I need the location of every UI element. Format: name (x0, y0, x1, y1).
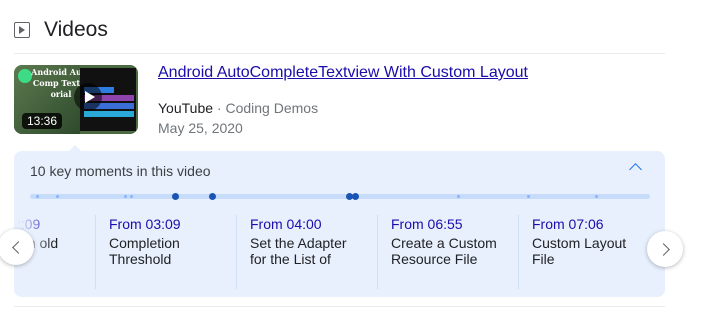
timeline-marker[interactable] (124, 195, 127, 198)
timeline-marker-current[interactable] (352, 193, 359, 200)
divider (14, 53, 665, 54)
timeline-marker-current[interactable] (172, 193, 179, 200)
source-separator: · (216, 100, 222, 116)
video-channel: Coding Demos (225, 100, 319, 116)
key-moments-list: 2:09 tion old From 03:09 Completion Thre… (14, 215, 665, 297)
key-moment-label: Custom Layout File (532, 235, 627, 267)
duration-badge: 13:36 (22, 113, 63, 129)
key-moment-time: From 07:06 (532, 216, 604, 232)
key-moment-time: From 06:55 (391, 216, 463, 232)
key-moment-label: Set the Adapter for the List of (250, 235, 347, 267)
next-button[interactable] (647, 231, 683, 267)
timeline-marker[interactable] (56, 195, 59, 198)
timeline-marker-current[interactable] (209, 193, 216, 200)
key-moment-item[interactable]: From 04:00 Set the Adapter for the List … (236, 215, 366, 289)
timeline-marker[interactable] (527, 195, 530, 198)
chevron-up-icon[interactable] (629, 163, 642, 176)
timeline-marker[interactable] (130, 195, 133, 198)
videos-section-header: Videos (14, 16, 108, 44)
video-date: May 25, 2020 (158, 120, 243, 136)
play-icon[interactable] (74, 83, 102, 111)
video-source: YouTube · Coding Demos (158, 100, 318, 116)
chevron-right-icon (656, 242, 670, 256)
key-moments-header[interactable]: 10 key moments in this video (30, 163, 211, 179)
chevron-left-icon (11, 240, 25, 254)
video-thumbnail[interactable]: Android Auto Comp TextVi orial 13:36 (14, 65, 138, 134)
key-moment-item[interactable]: From 07:06 Custom Layout File (518, 215, 648, 289)
key-moments-panel: 10 key moments in this video 2:09 tion o… (14, 151, 665, 297)
key-moment-label: Completion Threshold (109, 235, 180, 267)
timeline-track[interactable] (30, 194, 650, 199)
key-moment-time: From 04:00 (250, 216, 322, 232)
divider (14, 306, 665, 307)
thumbnail-bar (84, 111, 134, 117)
timeline-marker[interactable] (457, 195, 460, 198)
video-platform: YouTube (158, 100, 214, 116)
timeline-marker[interactable] (595, 195, 598, 198)
key-moment-item[interactable]: From 03:09 Completion Threshold (95, 215, 225, 289)
key-moment-item[interactable]: From 06:55 Create a Custom Resource File (377, 215, 507, 289)
video-title-link[interactable]: Android AutoCompleteTextview With Custom… (158, 64, 528, 82)
section-title: Videos (44, 18, 108, 41)
timeline-marker[interactable] (36, 195, 39, 198)
key-moment-label: Create a Custom Resource File (391, 235, 497, 267)
key-moment-time: From 03:09 (109, 216, 181, 232)
video-icon (14, 22, 30, 38)
